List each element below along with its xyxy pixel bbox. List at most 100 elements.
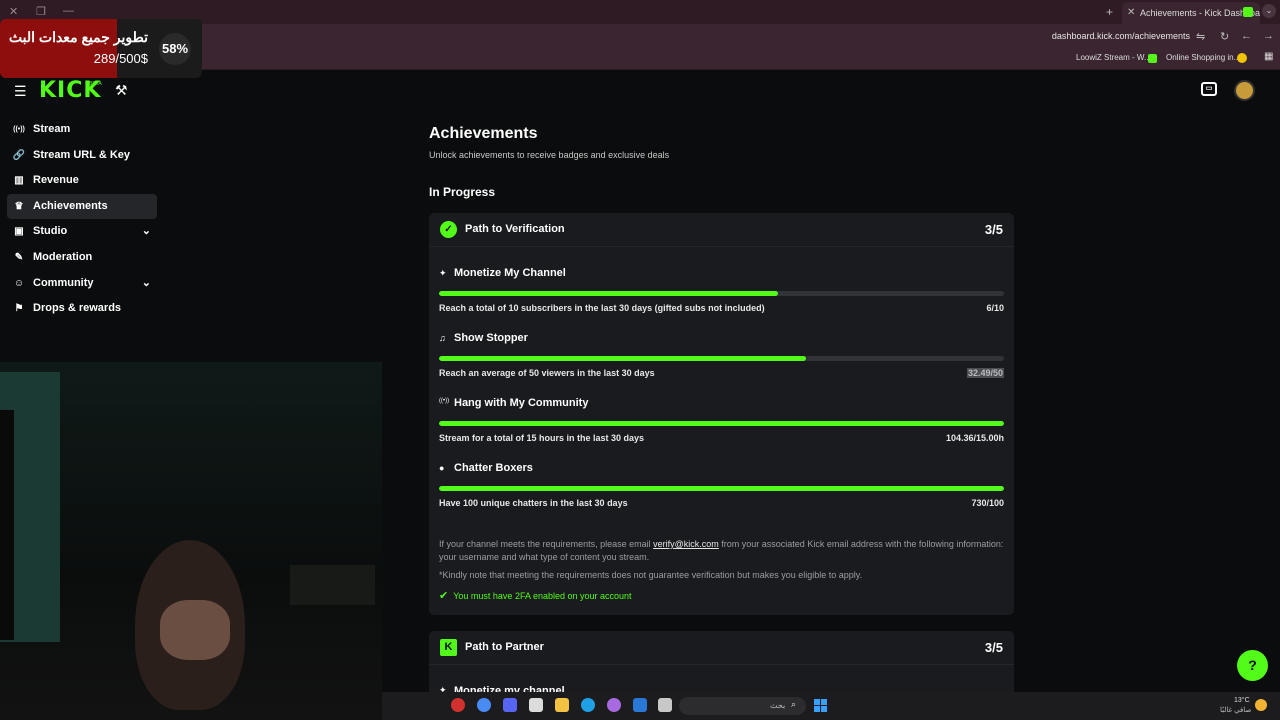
sidebar-item-moderation[interactable]: ✎ Moderation: [7, 245, 157, 270]
trophy-icon: ♛: [14, 200, 24, 212]
window-minimize-icon[interactable]: —: [63, 5, 74, 17]
webcam-background-door: [0, 410, 14, 640]
tab-title: Achievements - Kick Dashboard: [1140, 8, 1260, 18]
sidebar-item-label: Community: [33, 276, 94, 289]
sparkle-icon: ✦: [439, 268, 447, 278]
hammer-icon[interactable]: ⚒: [115, 82, 128, 99]
sidebar-item-label: Drops & rewards: [33, 302, 122, 315]
taskbar-search[interactable]: [679, 697, 806, 715]
bookmark-item[interactable]: LoowiZ Stream - W...: [1076, 53, 1151, 62]
copilot-icon[interactable]: [607, 698, 621, 712]
progress-fill: [439, 486, 1004, 491]
sidebar-item-studio[interactable]: ▣ Studio ⌄: [7, 219, 157, 244]
show-icon: ♫: [439, 333, 446, 343]
webcam-background-shelf: [290, 565, 375, 605]
window-maximize-icon[interactable]: ❐: [36, 5, 46, 18]
card-header[interactable]: ✓ Path to Verification 3/5: [429, 213, 1014, 247]
kick-favicon-icon: [1243, 7, 1253, 17]
achievement-progress-bar: [439, 291, 1004, 296]
window-close-icon[interactable]: ✕: [9, 5, 18, 18]
progress-fill: [439, 291, 778, 296]
achievement-title: Monetize My Channel: [454, 267, 566, 279]
avatar[interactable]: [1234, 80, 1255, 101]
verified-badge-icon: ✓: [440, 221, 457, 238]
taskview-icon[interactable]: [658, 698, 672, 712]
mail-icon[interactable]: [633, 698, 647, 712]
card-count: 3/5: [984, 640, 1003, 655]
live-preview-icon[interactable]: ▭: [1201, 82, 1217, 96]
search-placeholder: بحث: [770, 701, 786, 710]
sidebar-item-stream[interactable]: ((•)) Stream: [7, 117, 157, 142]
achievement-card-partner: K Path to Partner 3/5 ✦ Monetize my chan…: [429, 631, 1014, 701]
goal-progress-fill: [0, 19, 118, 78]
sidebar-item-drops-rewards[interactable]: ⚑ Drops & rewards: [7, 296, 157, 321]
beta-tag: BETA: [89, 81, 102, 87]
chevron-down-icon[interactable]: ⌄: [142, 271, 151, 296]
reload-icon[interactable]: ↻: [1220, 30, 1229, 43]
users-icon: ☺: [13, 277, 25, 289]
sidebar-item-community[interactable]: ☺ Community ⌄: [7, 271, 157, 296]
broadcast-icon: ((•)): [439, 398, 450, 404]
store-icon[interactable]: [529, 698, 543, 712]
chart-icon: ▥: [14, 175, 24, 187]
tab-close-icon[interactable]: ✕: [1127, 7, 1135, 18]
requirement-2fa: ✔ You must have 2FA enabled on your acco…: [439, 589, 632, 602]
app-icon[interactable]: [451, 698, 465, 712]
studio-icon: ▣: [14, 226, 24, 238]
sidebar-item-label: Achievements: [33, 199, 108, 212]
progress-fill: [439, 356, 807, 361]
sidebar-item-label: Studio: [33, 225, 68, 238]
goal-title: تطوير جميع معدات البث: [8, 29, 148, 45]
weather-desc: صافي غالبًا: [1220, 707, 1252, 714]
forward-icon[interactable]: ←: [1241, 30, 1252, 42]
goal-amount: 289/500$: [93, 51, 148, 66]
achievement-description: Have 100 unique chatters in the last 30 …: [439, 498, 628, 508]
discord-icon[interactable]: [503, 698, 517, 712]
chevron-down-icon[interactable]: ⌄: [142, 219, 151, 244]
weather-temp: 13°C: [1234, 697, 1250, 704]
chrome-icon[interactable]: [477, 698, 491, 712]
bookmark-item[interactable]: Online Shopping in...: [1166, 53, 1240, 62]
goal-percent: 58%: [159, 33, 191, 65]
achievement-progress-bar: [439, 486, 1004, 491]
kick-badge-icon: K: [440, 639, 457, 656]
card-title: Path to Partner: [465, 641, 544, 653]
achievement-value: 32.49/50: [966, 368, 1004, 378]
folder-icon[interactable]: [555, 698, 569, 712]
check-icon: ✔: [439, 590, 449, 602]
back-icon[interactable]: →: [1263, 30, 1274, 42]
achievement-description: Stream for a total of 15 hours in the la…: [439, 433, 645, 443]
sidebar-item-label: Stream URL & Key: [33, 148, 130, 161]
edge-icon[interactable]: [581, 698, 595, 712]
chat-icon: ●: [439, 463, 445, 473]
broadcast-icon: ((•)): [13, 126, 25, 133]
windows-start-icon[interactable]: [814, 699, 827, 712]
achievement-title: Hang with My Community: [454, 397, 589, 409]
achievement-description: Reach an average of 50 viewers in the la…: [439, 368, 655, 378]
browser-tab-active[interactable]: Achievements - Kick Dashboard: [1122, 2, 1260, 24]
apps-grid-icon[interactable]: ▦: [1264, 51, 1273, 62]
tab-search-icon[interactable]: ⌄: [1262, 4, 1276, 18]
new-tab-icon[interactable]: +: [1106, 5, 1113, 19]
kick-bookmark-icon: [1148, 54, 1157, 63]
sidebar-item-revenue[interactable]: ▥ Revenue: [7, 168, 157, 193]
achievement-value: 730/100: [971, 498, 1004, 508]
card-header[interactable]: K Path to Partner 3/5: [429, 631, 1014, 665]
sidebar-item-achievements[interactable]: ♛ Achievements: [7, 193, 157, 219]
smiley-bookmark-icon: [1237, 53, 1247, 63]
achievement-description: Reach a total of 10 subscribers in the l…: [439, 303, 765, 313]
verify-email-link[interactable]: verify@kick.com: [653, 539, 719, 549]
progress-fill: [439, 421, 1004, 426]
achievement-value: 6/10: [986, 303, 1004, 313]
url-field[interactable]: dashboard.kick.com/achievements: [1040, 31, 1190, 41]
webcam-person-face: [160, 600, 230, 660]
achievement-progress-bar: [439, 421, 1004, 426]
page-title: Achievements: [429, 125, 538, 142]
sidebar-item-label: Stream: [33, 123, 71, 135]
site-settings-icon[interactable]: ⇋: [1196, 30, 1205, 43]
hamburger-menu-icon[interactable]: ☰: [14, 83, 27, 100]
help-chat-button[interactable]: ?: [1237, 650, 1268, 681]
sun-icon[interactable]: [1255, 699, 1267, 711]
sidebar-item-stream-url-key[interactable]: 🔗 Stream URL & Key: [7, 143, 157, 168]
verification-disclaimer: *Kindly note that meeting the requiremen…: [439, 570, 863, 580]
